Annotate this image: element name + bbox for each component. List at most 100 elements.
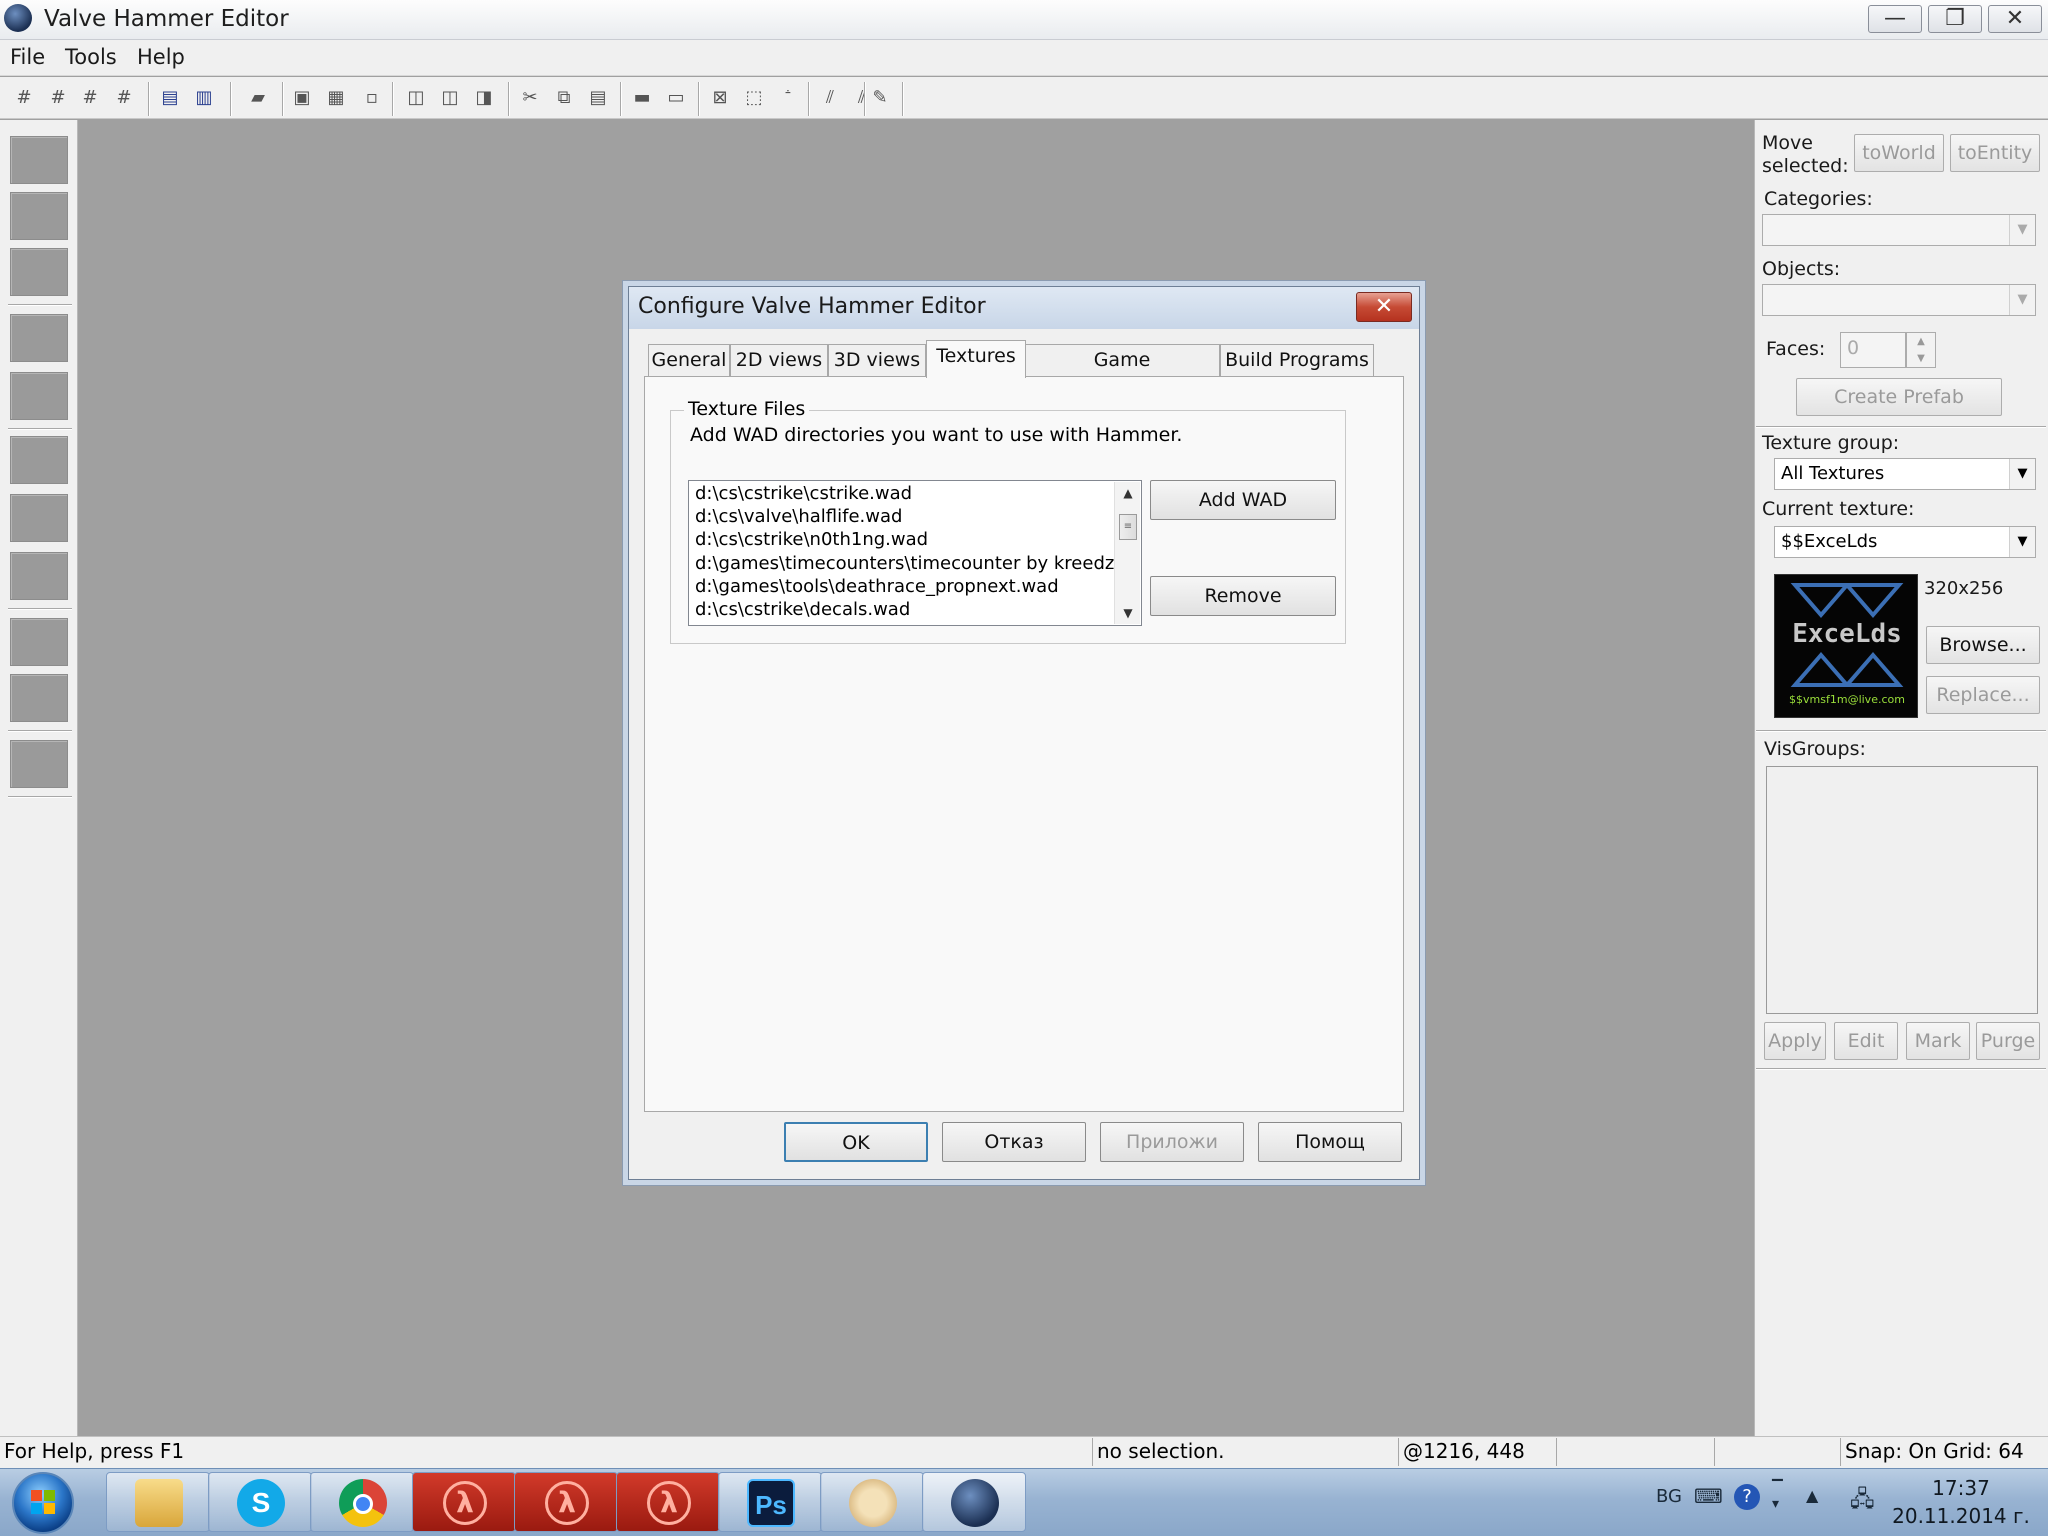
copy-icon[interactable]: ◨	[472, 86, 496, 110]
objects-dropdown[interactable]: ▼	[1762, 284, 2036, 316]
ungroup-icon[interactable]: ▥	[192, 86, 216, 110]
vertex-tool-button[interactable]	[10, 674, 68, 722]
clock-time[interactable]: 17:37	[1886, 1476, 2036, 1500]
texture-application-tool-button[interactable]	[10, 436, 68, 484]
menu-file[interactable]: File	[10, 45, 45, 69]
tab-3d-views[interactable]: 3D views	[828, 344, 926, 376]
hammer-app-icon[interactable]	[4, 4, 32, 32]
texture-lock-icon[interactable]: ▫	[360, 86, 384, 110]
camera-tool-button[interactable]	[10, 248, 68, 296]
replace-button[interactable]: Replace...	[1926, 676, 2040, 714]
to-entity-button[interactable]: toEntity	[1950, 134, 2040, 172]
grid-larger-icon[interactable]: #	[78, 86, 102, 110]
tray-options-icon[interactable]: ▔ ▾	[1772, 1480, 1783, 1512]
scroll-thumb[interactable]: ≡	[1119, 514, 1137, 540]
list-item[interactable]: d:\cs\cstrike\decals.wad	[695, 599, 910, 620]
cut-icon[interactable]: ✂	[518, 86, 542, 110]
dialog-close-button[interactable]: ✕	[1356, 292, 1412, 322]
clipping-tool-button[interactable]	[10, 618, 68, 666]
grid-smaller-icon[interactable]: #	[46, 86, 70, 110]
grid-icon[interactable]: #	[12, 86, 36, 110]
visgroups-list[interactable]	[1766, 766, 2038, 1014]
remove-wad-button[interactable]: Remove	[1150, 576, 1336, 616]
run-map-icon[interactable]: ⫽	[818, 86, 842, 110]
tray-language[interactable]: BG	[1656, 1486, 1682, 1507]
tie-entity-icon[interactable]: ▬	[630, 86, 654, 110]
help-tray-icon[interactable]: ?	[1734, 1484, 1760, 1510]
selection-tool-button[interactable]	[10, 136, 68, 184]
taskbar-hammer[interactable]	[922, 1472, 1026, 1532]
list-item[interactable]: d:\cs\valve\halflife.wad	[695, 506, 902, 527]
list-item[interactable]: d:\games\tools\deathrace_propnext.wad	[695, 576, 1059, 597]
move-selected-label: Move	[1762, 132, 1813, 154]
ok-button[interactable]: OK	[784, 1122, 928, 1162]
entity-tool-button[interactable]	[10, 314, 68, 362]
grid-toggle-icon[interactable]: #	[112, 86, 136, 110]
group-icon[interactable]: ▤	[158, 86, 182, 110]
visgroups-edit-button[interactable]: Edit	[1834, 1022, 1898, 1060]
minimize-button[interactable]: —	[1868, 5, 1922, 33]
wad-file-list[interactable]: d:\cs\cstrike\cstrike.wad d:\cs\valve\ha…	[688, 480, 1142, 626]
scroll-down-icon[interactable]: ▼	[1115, 602, 1141, 624]
list-item[interactable]: d:\cs\cstrike\cstrike.wad	[695, 483, 912, 504]
move-to-world-icon[interactable]: ▭	[664, 86, 688, 110]
decal-tool-button[interactable]	[10, 552, 68, 600]
faces-spinner[interactable]: ▲ ▼	[1906, 332, 1936, 368]
taskbar-explorer[interactable]	[106, 1472, 210, 1532]
tab-textures[interactable]: Textures	[926, 340, 1026, 378]
create-prefab-button[interactable]: Create Prefab	[1796, 378, 2002, 416]
restore-button[interactable]: ❐	[1928, 5, 1982, 33]
keyboard-icon[interactable]: ⌨	[1694, 1484, 1723, 1508]
menu-tools[interactable]: Tools	[65, 45, 117, 69]
list-item[interactable]: d:\cs\cstrike\n0th1ng.wad	[695, 529, 928, 550]
categories-dropdown[interactable]: ▼	[1762, 214, 2036, 246]
wad-list-scrollbar[interactable]: ▲ ≡ ▼	[1114, 482, 1140, 624]
taskbar-chrome[interactable]	[310, 1472, 414, 1532]
texture-group-dropdown[interactable]: All Textures ▼	[1774, 458, 2036, 490]
close-window-button[interactable]: ✕	[1988, 5, 2042, 33]
tab-2d-views[interactable]: 2D views	[730, 344, 828, 376]
tab-game-configurations[interactable]: Game Configurations	[1024, 344, 1220, 401]
taskbar-paint[interactable]	[820, 1472, 924, 1532]
texture-icon[interactable]: ꜙ	[776, 86, 800, 110]
start-button[interactable]	[12, 1472, 74, 1534]
taskbar-photoshop[interactable]: Ps	[718, 1472, 822, 1532]
to-world-button[interactable]: toWorld	[1854, 134, 1944, 172]
select-icon[interactable]: ⬚	[742, 86, 766, 110]
visgroups-mark-button[interactable]: Mark	[1906, 1022, 1970, 1060]
taskbar-skype[interactable]: S	[208, 1472, 312, 1532]
apply-texture-tool-button[interactable]	[10, 494, 68, 542]
copy-clipboard-icon[interactable]: ⧉	[552, 86, 576, 110]
taskbar-half-life-1[interactable]: λ	[412, 1472, 516, 1532]
browse-button[interactable]: Browse...	[1926, 626, 2040, 664]
settings-icon[interactable]: ✎	[868, 86, 892, 110]
cancel-button[interactable]: Отказ	[942, 1122, 1086, 1162]
apply-button[interactable]: Приложи	[1100, 1122, 1244, 1162]
tab-build-programs[interactable]: Build Programs	[1220, 344, 1374, 376]
taskbar-half-life-2[interactable]: λ	[514, 1472, 618, 1532]
tab-general[interactable]: General	[648, 344, 730, 376]
faces-input[interactable]: 0	[1840, 332, 1906, 368]
hide-icon[interactable]: ▰	[246, 86, 270, 110]
check-icon[interactable]: ⊠	[708, 86, 732, 110]
undo-icon[interactable]: ◫	[404, 86, 428, 110]
visgroups-apply-button[interactable]: Apply	[1764, 1022, 1826, 1060]
redo-icon[interactable]: ◫	[438, 86, 462, 110]
menu-help[interactable]: Help	[137, 45, 185, 69]
current-texture-dropdown[interactable]: $$ExceLds ▼	[1774, 526, 2036, 558]
taskbar-half-life-3[interactable]: λ	[616, 1472, 720, 1532]
hollow-icon[interactable]: ▦	[324, 86, 348, 110]
visgroups-purge-button[interactable]: Purge	[1976, 1022, 2040, 1060]
magnify-tool-button[interactable]	[10, 192, 68, 240]
list-item[interactable]: d:\games\timecounters\timecounter by kre…	[695, 553, 1132, 574]
paste-icon[interactable]: ▤	[586, 86, 610, 110]
clock-date[interactable]: 20.11.2014 г.	[1886, 1504, 2036, 1528]
carve-icon[interactable]: ▣	[290, 86, 314, 110]
scroll-up-icon[interactable]: ▲	[1115, 482, 1141, 504]
add-wad-button[interactable]: Add WAD	[1150, 480, 1336, 520]
block-tool-button[interactable]	[10, 372, 68, 420]
show-hidden-icons-icon[interactable]: ▲	[1806, 1486, 1818, 1505]
path-tool-button[interactable]	[10, 740, 68, 788]
help-button[interactable]: Помощ	[1258, 1122, 1402, 1162]
network-icon[interactable]: 🖧	[1850, 1482, 1875, 1520]
